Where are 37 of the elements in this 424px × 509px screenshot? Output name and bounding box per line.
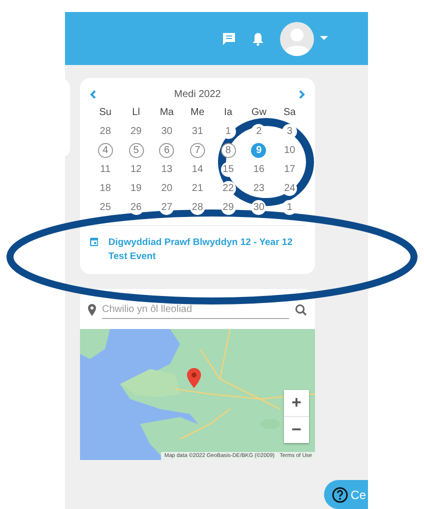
calendar-day[interactable]: 9	[251, 143, 266, 158]
calendar-day[interactable]: 1	[282, 200, 298, 215]
chat-icon[interactable]	[222, 32, 236, 46]
calendar-day[interactable]: 6	[159, 143, 174, 158]
weekday-label: Sa	[282, 106, 297, 120]
help-button[interactable]: Ce	[324, 480, 368, 509]
bell-icon[interactable]	[252, 32, 264, 46]
search-icon[interactable]	[295, 304, 307, 316]
caret-icon[interactable]	[320, 36, 328, 41]
calendar-day[interactable]: 29	[220, 200, 236, 215]
calendar-day[interactable]: 28	[190, 200, 205, 215]
weekday-label: Su	[98, 106, 112, 120]
calendar-day[interactable]: 4	[98, 143, 113, 158]
map-pin-icon	[187, 368, 201, 388]
calendar-day[interactable]: 24	[282, 181, 298, 196]
calendar-day[interactable]: 5	[128, 143, 144, 158]
help-icon	[332, 486, 348, 502]
weekday-label: Ia	[223, 106, 234, 120]
avatar-icon[interactable]	[280, 22, 314, 56]
calendar-day[interactable]: 7	[190, 143, 205, 158]
month-title: Medi 2022	[174, 88, 221, 100]
calendar-day[interactable]: 22	[220, 181, 236, 196]
calendar-day[interactable]: 3	[282, 124, 298, 139]
weekday-label: Me	[190, 106, 206, 120]
calendar-day[interactable]: 27	[159, 200, 174, 215]
zoom-out-button[interactable]: −	[284, 416, 309, 443]
weekday-label: Ll	[131, 106, 141, 120]
calendar-day[interactable]: 26	[128, 200, 144, 215]
weekday-label: Ma	[158, 106, 175, 120]
event-link[interactable]: Digwyddiad Prawf Blwyddyn 12 - Year 12 Test Event	[108, 236, 305, 264]
next-month-icon[interactable]	[298, 90, 305, 98]
location-pin-icon	[88, 304, 96, 316]
weekday-label: Gw	[250, 106, 268, 120]
location-search-field[interactable]: Chwilio yn ôl lleoliad	[102, 301, 289, 319]
zoom-in-button[interactable]: +	[284, 390, 309, 416]
calendar-icon	[90, 236, 98, 247]
previous-month-icon[interactable]	[90, 90, 96, 98]
